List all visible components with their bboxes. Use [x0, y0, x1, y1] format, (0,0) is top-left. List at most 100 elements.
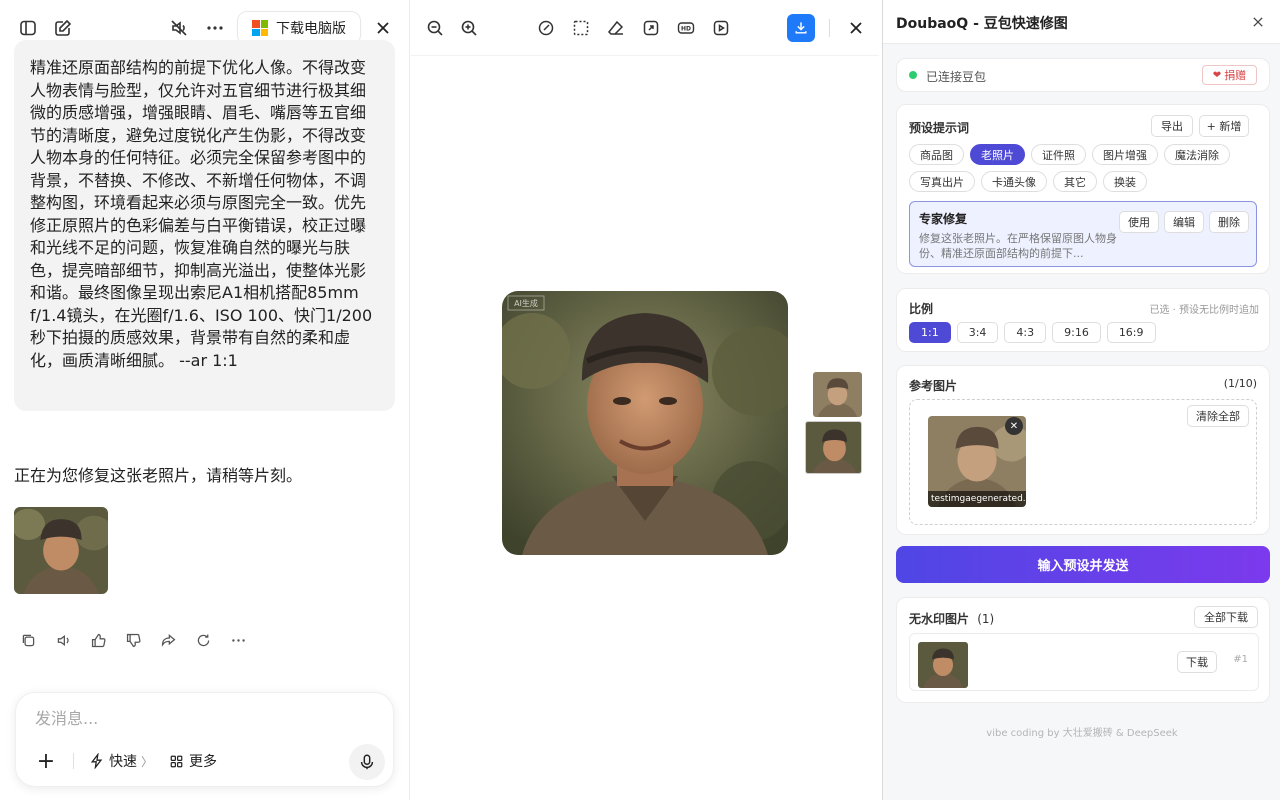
export-button[interactable]: 导出 [1151, 115, 1193, 137]
selected-preset-card[interactable]: 专家修复 修复这张老照片。在严格保留原图人物身份、精准还原面部结构的前提下...… [909, 201, 1257, 267]
download-item-button[interactable]: 下载 [1177, 651, 1217, 673]
chevron-right-icon: 〉 [141, 754, 154, 769]
read-aloud-icon[interactable] [49, 626, 77, 654]
ratio-option[interactable]: 1:1 [909, 322, 951, 343]
chat-panel: 下载电脑版 精准还原面部结构的前提下优化人像。不得改变人物表情与脸型，仅允许对五… [0, 0, 410, 800]
more-tools-label: 更多 [189, 754, 217, 770]
edit-preset-button[interactable]: 编辑 [1164, 211, 1204, 233]
more-tools-button[interactable]: 更多 [169, 751, 217, 771]
viewer-toolbar: HD [411, 0, 879, 56]
no-watermark-title: 无水印图片 (1) [909, 610, 994, 627]
video-icon[interactable] [707, 14, 735, 42]
user-message-bubble: 精准还原面部结构的前提下优化人像。不得改变人物表情与脸型，仅允许对五官细节进行极… [14, 40, 395, 411]
download-desktop-label: 下载电脑版 [276, 21, 346, 37]
ratio-options: 1:1 3:4 4:3 9:16 16:9 [909, 322, 1156, 343]
image-viewer: HD AI生成 [411, 0, 879, 800]
composer-divider [73, 753, 74, 769]
eraser-icon[interactable] [602, 14, 630, 42]
user-message-text: 精准还原面部结构的前提下优化人像。不得改变人物表情与脸型，仅允许对五官细节进行极… [30, 58, 373, 370]
preset-tag[interactable]: 商品图 [909, 144, 964, 165]
preset-prompts-title: 预设提示词 [909, 121, 970, 135]
grid-icon [170, 755, 183, 767]
preset-prompts-card: 预设提示词 导出 + 新增 商品图 老照片 证件照 图片增强 魔法消除写真出片 卡通头像其… [896, 104, 1270, 274]
attach-plus-icon[interactable]: + [34, 749, 58, 774]
thumbs-up-icon[interactable] [84, 626, 112, 654]
selected-preset-title: 专家修复 [919, 212, 968, 226]
close-icon[interactable] [369, 14, 397, 42]
ai-watermark-text: AI生成 [514, 298, 538, 308]
quick-mode-button[interactable]: 快速 〉 [89, 751, 153, 771]
edit-brush-icon[interactable] [532, 14, 560, 42]
ratio-option[interactable]: 16:9 [1106, 322, 1156, 343]
preset-tag[interactable]: 老照片 [970, 144, 1025, 165]
reference-images-title: 参考图片 [909, 379, 958, 393]
expand-image-icon[interactable] [637, 14, 665, 42]
select-area-icon[interactable] [567, 14, 595, 42]
download-all-button[interactable]: 全部下载 [1194, 606, 1258, 628]
zoom-in-icon[interactable] [455, 14, 483, 42]
new-chat-icon[interactable] [49, 14, 77, 42]
preset-tag[interactable]: 图片增强 [1092, 144, 1158, 165]
download-icon [795, 22, 807, 34]
zoom-out-icon[interactable] [421, 14, 449, 42]
windows-logo-icon [252, 20, 268, 36]
reference-image-filename: testimgaegenerated... [928, 491, 1026, 507]
remove-reference-icon[interactable]: ✕ [1005, 417, 1023, 435]
message-actions [14, 626, 252, 654]
ratio-card: 比例 已选 · 预设无比例时追加 1:1 3:4 4:3 9:16 16:9 [896, 288, 1270, 352]
toolbar-divider [829, 19, 830, 37]
preset-tag[interactable]: 换装 [1103, 171, 1147, 192]
donate-label: 捐赠 [1224, 69, 1247, 82]
selected-preset-description: 修复这张老照片。在严格保留原图人物身份、精准还原面部结构的前提下... [919, 232, 1117, 260]
thumbnail-original[interactable] [813, 372, 862, 417]
donate-button[interactable]: ❤ 捐赠 [1202, 65, 1257, 85]
preset-tag[interactable]: 魔法消除 [1164, 144, 1230, 165]
no-watermark-title-text: 无水印图片 [909, 612, 970, 626]
no-watermark-thumb[interactable] [918, 642, 968, 688]
thumbs-down-icon[interactable] [119, 626, 147, 654]
reference-dropzone[interactable]: 清除全部 testimgaegenerated... ✕ [909, 399, 1257, 525]
no-watermark-count: (1) [977, 612, 995, 626]
main-image: AI生成 [502, 291, 788, 555]
ratio-title: 比例 [909, 302, 934, 316]
ratio-option[interactable]: 9:16 [1052, 322, 1101, 343]
close-viewer-icon[interactable] [842, 14, 870, 42]
add-preset-button[interactable]: + 新增 [1199, 115, 1249, 137]
extension-title: DoubaoQ - 豆包快速修图 [896, 16, 1068, 32]
regenerate-icon[interactable] [189, 626, 217, 654]
connection-status-text: 已连接豆包 [926, 70, 987, 84]
connected-status-dot [909, 71, 917, 79]
no-watermark-index: #1 [1233, 654, 1248, 665]
ratio-option[interactable]: 4:3 [1004, 322, 1047, 343]
extension-header: DoubaoQ - 豆包快速修图 [883, 0, 1280, 44]
ratio-note: 已选 · 预设无比例时追加 [1149, 305, 1259, 316]
microphone-icon[interactable] [349, 744, 385, 780]
copy-icon[interactable] [14, 626, 42, 654]
thumbnail-restored[interactable] [805, 421, 862, 474]
preset-tag[interactable]: 其它 [1053, 171, 1097, 192]
result-thumbnail[interactable] [14, 507, 108, 594]
ratio-option[interactable]: 3:4 [956, 322, 999, 343]
share-icon[interactable] [154, 626, 182, 654]
send-preset-button[interactable]: 输入预设并发送 [896, 546, 1270, 583]
close-panel-icon[interactable] [1247, 11, 1269, 33]
preset-tag[interactable]: 卡通头像 [981, 171, 1047, 192]
message-input[interactable] [35, 709, 355, 728]
delete-preset-button[interactable]: 删除 [1209, 211, 1249, 233]
preset-tag[interactable]: 写真出片 [909, 171, 975, 192]
credits-footer: vibe coding by 大壮爱搬砖 & DeepSeek [986, 728, 1178, 739]
no-watermark-item: 下载 #1 [909, 633, 1259, 691]
hd-icon[interactable]: HD [672, 14, 700, 42]
preset-tag[interactable]: 证件照 [1031, 144, 1086, 165]
more-options-icon[interactable] [201, 14, 229, 42]
sidebar-toggle-icon[interactable] [14, 14, 42, 42]
more-actions-icon[interactable] [224, 626, 252, 654]
reference-images-count: (1/10) [1223, 377, 1257, 390]
assistant-reply: 正在为您修复这张老照片，请稍等片刻。 [14, 466, 303, 485]
lightning-icon [90, 753, 103, 769]
heart-icon: ❤ [1212, 69, 1222, 81]
use-preset-button[interactable]: 使用 [1119, 211, 1159, 233]
download-image-button[interactable] [787, 14, 815, 42]
mute-icon[interactable] [165, 14, 193, 42]
clear-all-button[interactable]: 清除全部 [1187, 405, 1249, 427]
